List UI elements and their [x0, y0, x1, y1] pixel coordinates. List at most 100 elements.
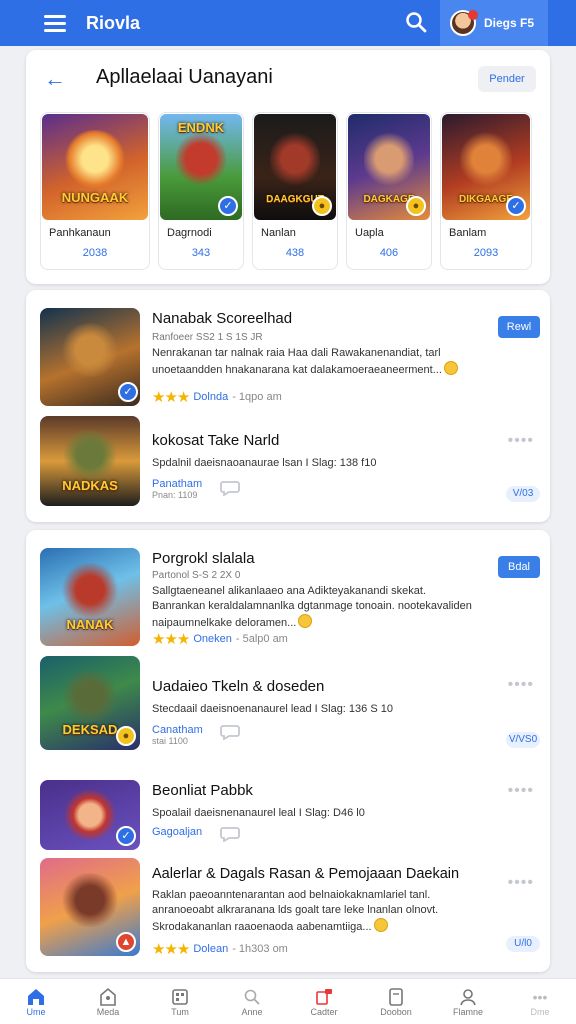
app-title: Uadaieo Tkeln & doseden	[152, 678, 325, 695]
nav-grid[interactable]: Tum	[144, 979, 216, 1024]
featured-app-card[interactable]: DAAGKGUT ● Nanlan 438	[252, 112, 338, 270]
notification-dot	[468, 10, 478, 20]
username: Diegs F5	[484, 16, 535, 30]
back-arrow-icon[interactable]: ←	[44, 66, 66, 92]
app-title: kokosat Take Narld	[152, 432, 280, 449]
app-description: Raklan paeoanntenarantan aod belnaiokakn…	[152, 889, 439, 933]
app-category: Dolnda	[193, 391, 229, 403]
emoji-icon	[298, 614, 313, 628]
version-tag: V/VS0	[506, 732, 540, 748]
nav-home[interactable]: Ume	[0, 979, 72, 1024]
alert-icon: ▲	[116, 932, 136, 952]
more-options-icon[interactable]: ••••	[508, 782, 534, 800]
verified-check-icon: ✓	[218, 196, 238, 216]
app-title: Aalerlar & Dagals Rasan & Pemojaaan Daek…	[152, 866, 460, 882]
store-icon	[100, 987, 116, 1006]
more-options-icon[interactable]: ••••	[508, 676, 534, 694]
featured-app-count: 343	[191, 247, 211, 259]
featured-app-name: Nanlan	[261, 227, 296, 239]
featured-app-name: Panhkanaun	[49, 227, 111, 239]
menu-icon[interactable]	[44, 14, 66, 32]
app-category: Canatham	[152, 724, 203, 736]
app-time: - 1h303 om	[232, 943, 288, 955]
avatar	[450, 10, 478, 36]
app-category: Gagoaljan	[152, 826, 203, 838]
list-item[interactable]: ▲ Aalerlar & Dagals Rasan & Pemojaaan Da…	[40, 858, 540, 958]
pender-button[interactable]: Pender	[478, 66, 536, 92]
chat-icon[interactable]	[220, 826, 240, 842]
view-button[interactable]: Bdal	[498, 556, 540, 578]
featured-app-name: Banlam	[449, 227, 487, 239]
emoji-icon	[373, 918, 388, 932]
app-description: Nenrakanan tar nalnak raia Haa dali Rawa…	[152, 346, 482, 378]
featured-app-card[interactable]: NUNGAAK Panhkanaun 2038	[40, 112, 150, 270]
app-category: Oneken	[193, 633, 232, 645]
chat-icon[interactable]	[220, 480, 240, 496]
list-item[interactable]: NANAK Porgrokl slalala Partonol S-S 2 2X…	[40, 548, 540, 648]
rating-stars: ★★★	[152, 631, 190, 648]
verified-check-icon: ✓	[506, 196, 526, 216]
featured-app-card[interactable]: DIKGAAGE ✓ Banlam 2093	[440, 112, 532, 270]
nav-notifications[interactable]: Cadter	[288, 979, 360, 1024]
nav-profile[interactable]: Flamne	[432, 979, 504, 1024]
coin-icon: ●	[406, 196, 426, 216]
profile-icon	[460, 989, 476, 1006]
emoji-icon	[443, 361, 458, 375]
app-description: Spdalnil daeisnaoanaurae lsan I Slag: 13…	[152, 457, 377, 469]
rating-stars: ★★★	[152, 389, 190, 406]
verified-check-icon: ✓	[116, 826, 136, 846]
list-item[interactable]: ✓ Nanabak Scoreelhad Ranfoeer SS2 1 S 1S…	[40, 308, 540, 406]
chat-icon[interactable]	[220, 724, 240, 740]
nav-label: Cadter	[310, 1007, 338, 1017]
app-description: Stecdaail daeisnoenanaurel lead I Slag: …	[152, 703, 393, 715]
game-art-image: NADKAS	[40, 416, 140, 506]
nav-label: Meda	[96, 1007, 120, 1017]
app-brand: Riovla	[86, 12, 141, 33]
nav-search[interactable]: Anne	[216, 979, 288, 1024]
game-art-image: NANAK	[40, 548, 140, 646]
more-options-icon[interactable]: ••••	[508, 432, 534, 450]
app-meta: Panatham Pnan: 1109	[152, 478, 202, 500]
featured-app-count: 2038	[82, 247, 108, 259]
list-item[interactable]: ✓ Beonliat Pabbk Spoalail daeisnenanaure…	[40, 780, 540, 850]
more-options-icon[interactable]: ••••	[508, 874, 534, 892]
featured-carousel: NUNGAAK Panhkanaun 2038 ENDNK ✓ Dagrnodi…	[40, 112, 532, 270]
nav-more[interactable]: ••• Dme	[504, 979, 576, 1024]
nav-store[interactable]: Meda	[72, 979, 144, 1024]
app-title: Beonliat Pabbk	[152, 782, 253, 799]
version-tag: U/l0	[506, 936, 540, 952]
nav-label: Ume	[26, 1007, 46, 1017]
app-list-section: ✓ Nanabak Scoreelhad Ranfoeer SS2 1 S 1S…	[26, 290, 550, 522]
view-button[interactable]: Rewl	[498, 316, 540, 338]
featured-section: ← Apllaelaai Uanayani Pender NUNGAAK Pan…	[26, 50, 550, 284]
featured-app-card[interactable]: ENDNK ✓ Dagrnodi 343	[158, 112, 244, 270]
featured-app-card[interactable]: DAGKAGE ● Uapla 406	[346, 112, 432, 270]
app-meta: ★★★ Oneken - 5alp0 am	[152, 630, 288, 648]
nav-label: Anne	[241, 1007, 263, 1017]
app-time: - 5alp0 am	[235, 633, 288, 645]
top-app-bar: Riovla Diegs F5	[0, 0, 576, 46]
app-time: Pnan: 1109	[152, 490, 198, 500]
app-title: Porgrokl slalala	[152, 550, 255, 567]
app-meta: Gagoaljan	[152, 826, 202, 838]
app-time: stai 1100	[152, 736, 188, 746]
app-title: Nanabak Scoreelhad	[152, 310, 293, 327]
featured-app-count: 438	[285, 247, 305, 259]
grid-icon	[172, 989, 188, 1005]
library-icon	[389, 988, 403, 1006]
version-tag: V/03	[506, 486, 540, 502]
user-account-button[interactable]: Diegs F5	[440, 0, 548, 46]
list-item[interactable]: DEKSAD ● Uadaieo Tkeln & doseden Stecdaa…	[40, 656, 540, 750]
app-category: Panatham	[152, 478, 203, 490]
coin-icon: ●	[312, 196, 332, 216]
app-meta: ★★★ Dolean - 1h303 om	[152, 940, 288, 958]
home-icon	[28, 989, 44, 1005]
nav-label: Doobon	[380, 1007, 412, 1017]
search-icon	[244, 989, 260, 1005]
list-item[interactable]: NADKAS kokosat Take Narld Spdalnil daeis…	[40, 416, 540, 506]
featured-app-count: 2093	[473, 247, 499, 259]
search-icon[interactable]	[404, 10, 428, 34]
nav-library[interactable]: Doobon	[360, 979, 432, 1024]
nav-label: Dme	[530, 1007, 550, 1017]
game-art-image: NUNGAAK	[42, 114, 148, 220]
